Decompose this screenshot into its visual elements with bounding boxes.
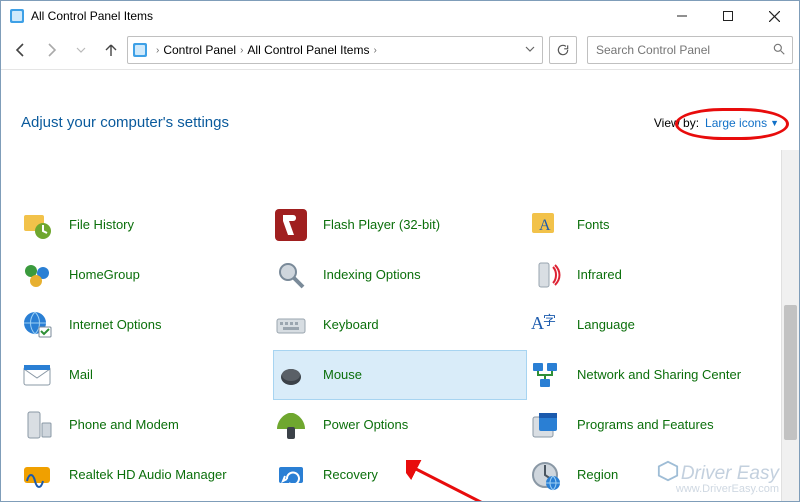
language-icon: A字 bbox=[527, 307, 563, 343]
view-by-value: Large icons bbox=[705, 116, 767, 130]
cp-item-label: Realtek HD Audio Manager bbox=[69, 468, 227, 483]
cp-item-fonts[interactable]: A Fonts bbox=[527, 200, 781, 250]
search-icon[interactable] bbox=[772, 42, 786, 59]
phone-icon bbox=[19, 407, 55, 443]
cp-item-infrared[interactable]: Infrared bbox=[527, 250, 781, 300]
mouse-icon bbox=[273, 357, 309, 393]
cp-item-label: Power Options bbox=[323, 418, 408, 433]
cp-item-label: Fonts bbox=[577, 218, 610, 233]
keyboard-icon bbox=[273, 307, 309, 343]
cp-item-region[interactable]: Region bbox=[527, 450, 781, 500]
scrollbar-thumb[interactable] bbox=[784, 305, 797, 440]
cp-item-label: Indexing Options bbox=[323, 268, 421, 283]
cp-item-security[interactable]: Security and Maintenance bbox=[273, 500, 527, 501]
power-icon bbox=[273, 407, 309, 443]
close-button[interactable] bbox=[751, 1, 797, 31]
homegroup-icon bbox=[19, 257, 55, 293]
indexing-icon bbox=[273, 257, 309, 293]
page-heading: Adjust your computer's settings bbox=[21, 114, 654, 131]
control-panel-icon bbox=[9, 8, 25, 24]
cp-item-remoteapp[interactable]: RemoteApp and Desktop Connections bbox=[19, 500, 273, 501]
chevron-right-icon[interactable]: › bbox=[240, 45, 243, 56]
refresh-button[interactable] bbox=[549, 36, 577, 64]
search-input[interactable] bbox=[594, 42, 772, 58]
chevron-right-icon[interactable]: › bbox=[373, 45, 376, 56]
recent-locations-button[interactable] bbox=[67, 36, 95, 64]
minimize-button[interactable] bbox=[659, 1, 705, 31]
view-by-control: View by: Large icons ▼ bbox=[654, 116, 779, 130]
search-box[interactable] bbox=[587, 36, 793, 64]
recovery-icon bbox=[273, 457, 309, 493]
window-title: All Control Panel Items bbox=[31, 9, 659, 23]
svg-text:字: 字 bbox=[543, 313, 556, 328]
nav-toolbar: › Control Panel › All Control Panel Item… bbox=[1, 31, 799, 70]
cp-item-label: Infrared bbox=[577, 268, 622, 283]
svg-text:A: A bbox=[539, 217, 551, 234]
fonts-icon: A bbox=[527, 207, 563, 243]
content-area: File History Flash Player (32-bit) A Fonts H… bbox=[1, 150, 799, 501]
cp-item-flash[interactable]: Flash Player (32-bit) bbox=[273, 200, 527, 250]
cp-item-indexing[interactable]: Indexing Options bbox=[273, 250, 527, 300]
address-dropdown-button[interactable] bbox=[522, 43, 538, 57]
cp-item-label: Internet Options bbox=[69, 318, 162, 333]
cp-item-language[interactable]: A字 Language bbox=[527, 300, 781, 350]
mail-icon bbox=[19, 357, 55, 393]
back-button[interactable] bbox=[7, 36, 35, 64]
cp-item-programs[interactable]: Programs and Features bbox=[527, 400, 781, 450]
cp-item-homegroup[interactable]: HomeGroup bbox=[19, 250, 273, 300]
address-bar[interactable]: › Control Panel › All Control Panel Item… bbox=[127, 36, 543, 64]
cp-item-realtek[interactable]: Realtek HD Audio Manager bbox=[19, 450, 273, 500]
titlebar: All Control Panel Items bbox=[1, 1, 799, 31]
up-button[interactable] bbox=[97, 36, 125, 64]
cp-item-label: Keyboard bbox=[323, 318, 379, 333]
scrollbar[interactable] bbox=[781, 150, 799, 501]
breadcrumb-seg-1[interactable]: Control Panel bbox=[163, 43, 236, 57]
cp-item-recovery[interactable]: Recovery bbox=[273, 450, 527, 500]
view-by-dropdown[interactable]: Large icons ▼ bbox=[705, 116, 779, 130]
cp-item-label: Flash Player (32-bit) bbox=[323, 218, 440, 233]
window-frame: All Control Panel Items › Control Panel … bbox=[0, 0, 800, 502]
cp-item-label: Phone and Modem bbox=[69, 418, 179, 433]
cp-item-phone[interactable]: Phone and Modem bbox=[19, 400, 273, 450]
cp-item-file-history[interactable]: File History bbox=[19, 200, 273, 250]
cp-item-label: Network and Sharing Center bbox=[577, 368, 741, 383]
chevron-right-icon[interactable]: › bbox=[156, 45, 159, 56]
cp-item-keyboard[interactable]: Keyboard bbox=[273, 300, 527, 350]
control-panel-icon bbox=[132, 42, 148, 58]
cp-item-label: Mail bbox=[69, 368, 93, 383]
realtek-icon bbox=[19, 457, 55, 493]
maximize-button[interactable] bbox=[705, 1, 751, 31]
file-history-icon bbox=[19, 207, 55, 243]
cp-item-label: HomeGroup bbox=[69, 268, 140, 283]
forward-button[interactable] bbox=[37, 36, 65, 64]
cp-item-power[interactable]: Power Options bbox=[273, 400, 527, 450]
cp-item-label: File History bbox=[69, 218, 134, 233]
cp-item-sound[interactable]: Sound bbox=[527, 500, 781, 501]
flash-icon bbox=[273, 207, 309, 243]
internet-icon bbox=[19, 307, 55, 343]
cp-item-label: Recovery bbox=[323, 468, 378, 483]
view-by-label: View by: bbox=[654, 116, 699, 130]
items-grid: File History Flash Player (32-bit) A Fonts H… bbox=[19, 150, 781, 501]
cp-item-internet[interactable]: Internet Options bbox=[19, 300, 273, 350]
cp-item-label: Region bbox=[577, 468, 618, 483]
cp-item-label: Mouse bbox=[323, 368, 362, 383]
subheader: Adjust your computer's settings View by:… bbox=[1, 70, 799, 150]
cp-item-network[interactable]: Network and Sharing Center bbox=[527, 350, 781, 400]
cp-item-label: Language bbox=[577, 318, 635, 333]
cp-item-mouse[interactable]: Mouse bbox=[273, 350, 527, 400]
infrared-icon bbox=[527, 257, 563, 293]
region-icon bbox=[527, 457, 563, 493]
chevron-down-icon: ▼ bbox=[770, 118, 779, 128]
cp-item-label: Programs and Features bbox=[577, 418, 714, 433]
breadcrumb-seg-2[interactable]: All Control Panel Items bbox=[247, 43, 369, 57]
programs-icon bbox=[527, 407, 563, 443]
network-icon bbox=[527, 357, 563, 393]
cp-item-mail[interactable]: Mail bbox=[19, 350, 273, 400]
